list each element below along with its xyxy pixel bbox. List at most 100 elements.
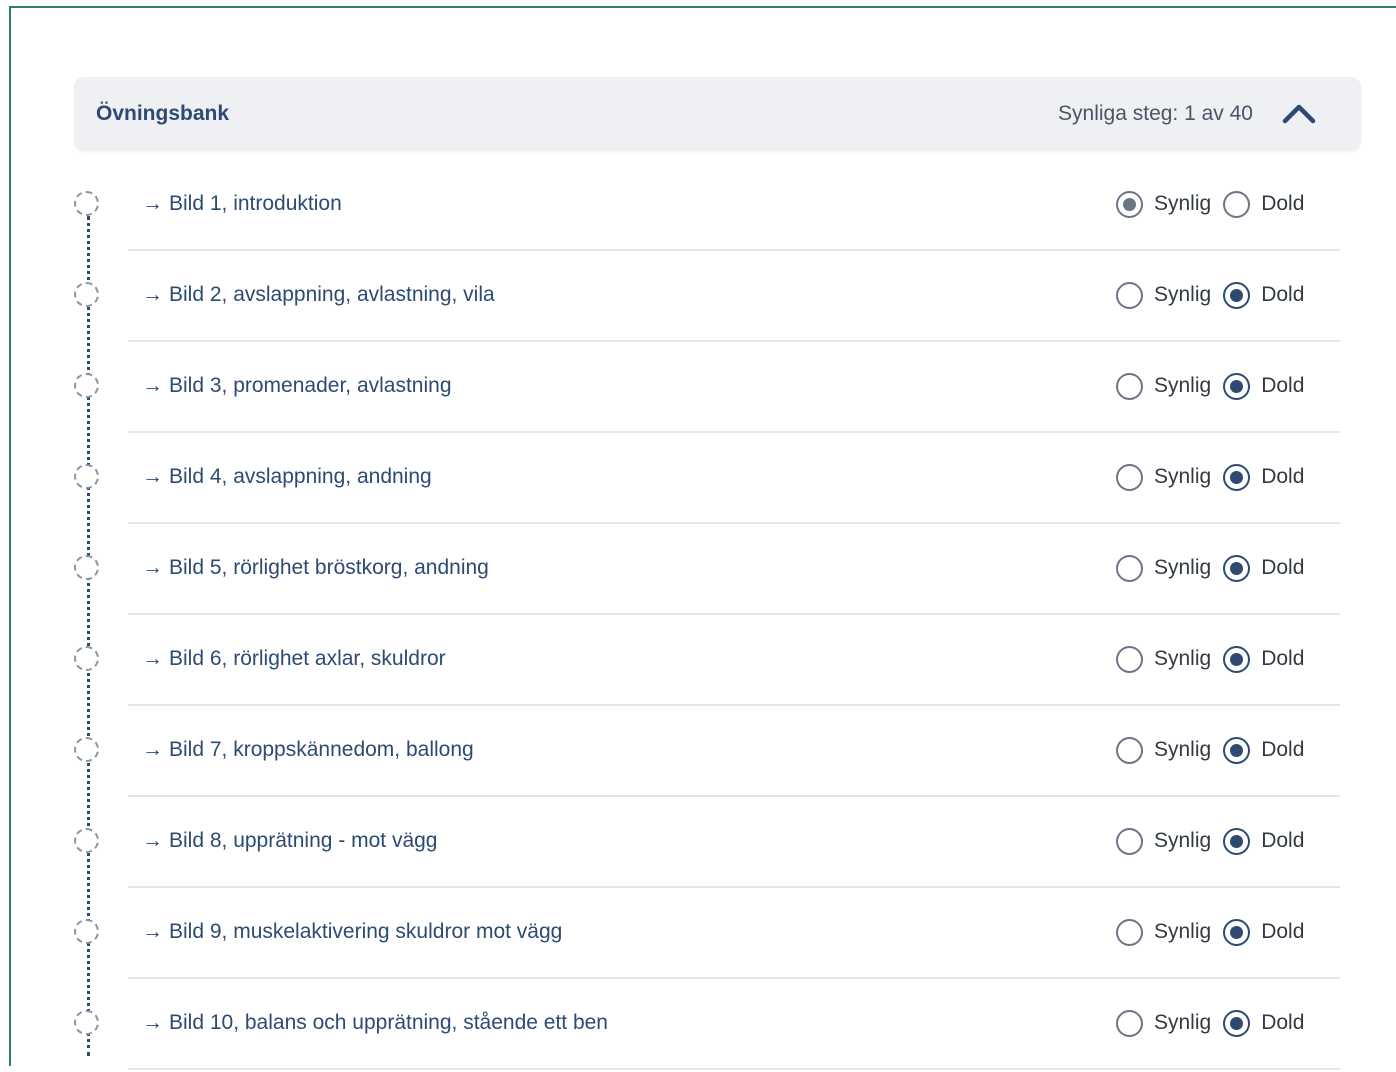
visible-radio[interactable]: [1116, 918, 1143, 946]
row-divider: [128, 613, 1340, 615]
hidden-label: Dold: [1261, 738, 1305, 761]
step-label: Bild 9, muskelaktivering skuldror mot vä…: [169, 920, 563, 943]
visibility-radio-group: Synlig Dold: [1116, 189, 1304, 219]
visibility-radio-group: Synlig Dold: [1116, 462, 1304, 492]
visible-option[interactable]: Synlig: [1116, 827, 1211, 855]
visible-label: Synlig: [1154, 1011, 1212, 1034]
visible-radio[interactable]: [1116, 736, 1143, 764]
arrow-right-icon: →: [142, 465, 163, 488]
hidden-label: Dold: [1261, 829, 1305, 852]
step-link[interactable]: → Bild 6, rörlighet axlar, skuldror: [142, 617, 446, 700]
hidden-radio[interactable]: [1223, 463, 1251, 491]
visibility-radio-group: Synlig Dold: [1116, 826, 1304, 856]
visibility-radio-group: Synlig Dold: [1116, 735, 1304, 765]
visible-option[interactable]: Synlig: [1116, 1009, 1212, 1037]
visible-radio[interactable]: [1116, 827, 1143, 855]
step-row: → Bild 2, avslappning, avlastning, vila S…: [0, 253, 1396, 344]
visibility-radio-group: Synlig Dold: [1116, 1008, 1304, 1038]
hidden-option[interactable]: Dold: [1223, 918, 1305, 946]
visible-option[interactable]: Synlig: [1116, 918, 1212, 946]
arrow-right-icon: →: [142, 1011, 163, 1034]
visible-option[interactable]: Synlig: [1116, 736, 1212, 764]
visibility-radio-group: Synlig Dold: [1116, 553, 1304, 583]
visible-radio[interactable]: [1116, 1009, 1143, 1037]
visible-option[interactable]: Synlig: [1116, 554, 1212, 582]
row-divider: [128, 431, 1340, 433]
visibility-radio-group: Synlig Dold: [1116, 644, 1304, 674]
row-divider: [128, 704, 1340, 706]
step-row: → Bild 7, kroppskännedom, ballong Synlig …: [0, 708, 1396, 799]
arrow-right-icon: →: [142, 556, 163, 579]
hidden-radio[interactable]: [1223, 1009, 1251, 1037]
row-divider: [128, 1068, 1340, 1070]
arrow-right-icon: →: [142, 374, 163, 397]
step-row: → Bild 9, muskelaktivering skuldror mot v…: [0, 890, 1396, 981]
row-divider: [128, 795, 1340, 797]
hidden-radio[interactable]: [1223, 554, 1251, 582]
step-link[interactable]: → Bild 8, upprätning - mot vägg: [142, 799, 438, 882]
hidden-option[interactable]: Dold: [1223, 190, 1305, 218]
visible-option[interactable]: Synlig: [1116, 645, 1211, 673]
row-divider: [128, 249, 1340, 251]
visible-label: Synlig: [1154, 192, 1212, 215]
hidden-option[interactable]: Dold: [1223, 372, 1304, 400]
visible-radio[interactable]: [1116, 554, 1143, 582]
step-marker-icon: [74, 282, 99, 307]
step-link[interactable]: → Bild 1, introduktion: [142, 162, 342, 245]
arrow-right-icon: →: [142, 192, 163, 215]
step-row: → Bild 10, balans och upprätning, stående…: [0, 981, 1396, 1072]
visible-option[interactable]: Synlig: [1116, 372, 1212, 400]
step-link[interactable]: → Bild 7, kroppskännedom, ballong: [142, 708, 474, 791]
section-title: Övningsbank: [96, 102, 230, 125]
step-marker-icon: [74, 646, 99, 671]
step-row: → Bild 1, introduktion Synlig Dold: [0, 162, 1396, 253]
hidden-label: Dold: [1261, 192, 1305, 215]
visible-label: Synlig: [1154, 556, 1212, 579]
step-link[interactable]: → Bild 5, rörlighet bröstkorg, andning: [142, 526, 489, 609]
hidden-option[interactable]: Dold: [1223, 554, 1305, 582]
step-link[interactable]: → Bild 3, promenader, avlastning: [142, 344, 452, 427]
section-header[interactable]: Övningsbank Synliga steg: 1 av 40: [74, 77, 1361, 151]
visible-label: Synlig: [1154, 374, 1212, 397]
step-link[interactable]: → Bild 9, muskelaktivering skuldror mot v…: [142, 890, 562, 973]
visible-label: Synlig: [1154, 920, 1212, 943]
hidden-radio[interactable]: [1223, 645, 1251, 673]
hidden-radio[interactable]: [1223, 918, 1251, 946]
hidden-option[interactable]: Dold: [1223, 827, 1305, 855]
hidden-option[interactable]: Dold: [1223, 645, 1304, 673]
row-divider: [128, 977, 1340, 979]
visible-radio[interactable]: [1116, 645, 1143, 673]
step-link[interactable]: → Bild 2, avslappning, avlastning, vila: [142, 253, 495, 336]
visible-steps-counter: Synliga steg: 1 av 40: [1058, 102, 1253, 125]
chevron-up-icon: [1277, 95, 1321, 133]
visible-option[interactable]: Synlig: [1116, 463, 1211, 491]
hidden-radio[interactable]: [1223, 827, 1251, 855]
collapse-button[interactable]: [1277, 95, 1321, 133]
hidden-radio[interactable]: [1223, 190, 1251, 218]
step-link[interactable]: → Bild 4, avslappning, andning: [142, 435, 432, 518]
step-label: Bild 6, rörlighet axlar, skuldror: [169, 647, 446, 670]
visible-radio[interactable]: [1116, 463, 1143, 491]
visible-radio[interactable]: [1116, 281, 1143, 309]
visible-radio[interactable]: [1116, 372, 1143, 400]
hidden-label: Dold: [1261, 465, 1305, 488]
visible-option[interactable]: Synlig: [1116, 281, 1212, 309]
visible-radio[interactable]: [1116, 190, 1143, 218]
visible-option[interactable]: Synlig: [1116, 190, 1212, 218]
hidden-radio[interactable]: [1223, 372, 1251, 400]
step-marker-icon: [74, 919, 99, 944]
hidden-radio[interactable]: [1223, 736, 1251, 764]
hidden-option[interactable]: Dold: [1223, 281, 1305, 309]
visible-label: Synlig: [1154, 283, 1212, 306]
step-label: Bild 8, upprätning - mot vägg: [169, 829, 438, 852]
arrow-right-icon: →: [142, 829, 163, 852]
hidden-label: Dold: [1261, 920, 1305, 943]
hidden-option[interactable]: Dold: [1223, 736, 1305, 764]
hidden-radio[interactable]: [1223, 281, 1251, 309]
hidden-label: Dold: [1261, 556, 1305, 579]
hidden-option[interactable]: Dold: [1223, 463, 1305, 491]
hidden-label: Dold: [1261, 283, 1305, 306]
hidden-option[interactable]: Dold: [1223, 1009, 1304, 1037]
visible-label: Synlig: [1154, 738, 1212, 761]
step-marker-icon: [74, 737, 99, 762]
